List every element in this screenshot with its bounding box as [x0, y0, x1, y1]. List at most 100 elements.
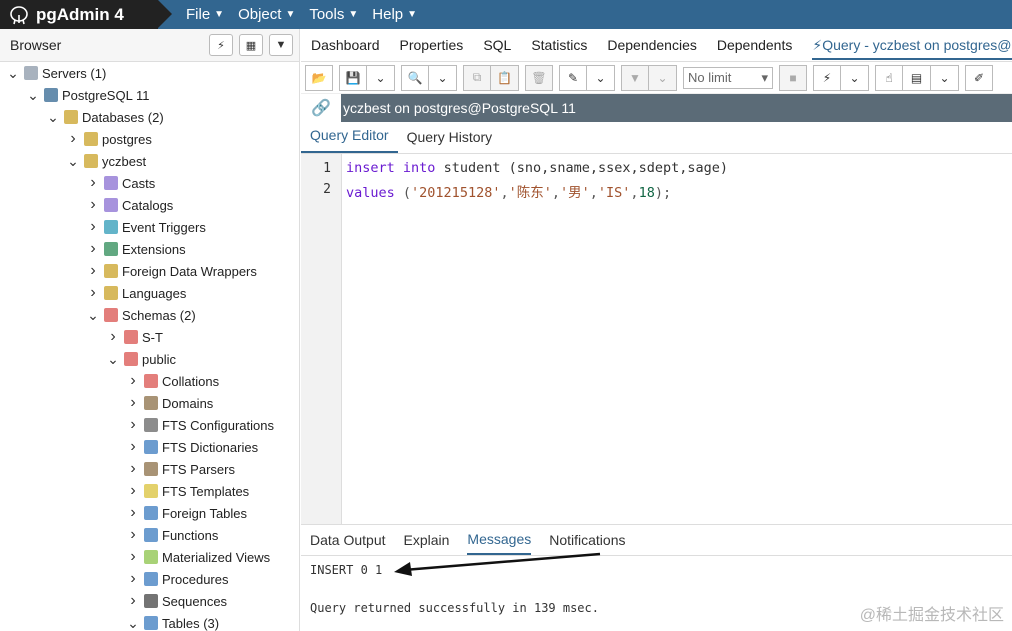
chevron-down-icon[interactable]: ⌄ — [126, 615, 140, 631]
tree-node[interactable]: › FTS Dictionaries — [126, 436, 258, 458]
filter-button[interactable]: ▼ — [269, 34, 293, 56]
chevron-down-icon[interactable]: ⌄ — [66, 153, 80, 170]
download-dropdown-button[interactable]: ⌄ — [931, 64, 959, 91]
row-limit-value: No limit — [688, 70, 732, 85]
filter-icon: ▼ — [629, 70, 641, 85]
menu-file[interactable]: File ▼ — [186, 6, 224, 23]
row-limit-select[interactable]: No limit ▾ — [683, 66, 773, 89]
chevron-right-icon[interactable]: › — [66, 130, 80, 148]
menu-help[interactable]: Help ▼ — [372, 6, 417, 23]
tree-node[interactable]: › Functions — [126, 524, 218, 546]
tree-node[interactable]: › Languages — [86, 282, 186, 304]
find-dropdown-button[interactable]: ⌄ — [429, 64, 457, 91]
tab-properties[interactable]: Properties — [400, 37, 464, 53]
chevron-right-icon[interactable]: › — [126, 526, 140, 544]
tab-dashboard[interactable]: Dashboard — [311, 37, 380, 53]
tree-node[interactable]: › Extensions — [86, 238, 185, 260]
chevron-right-icon[interactable]: › — [86, 240, 100, 258]
copy-button[interactable]: ⧉ — [463, 64, 491, 91]
tab-data-output[interactable]: Data Output — [310, 526, 386, 554]
save-button[interactable]: 💾 — [339, 64, 367, 91]
chevron-right-icon[interactable]: › — [126, 372, 140, 390]
tab-dependents[interactable]: Dependents — [717, 37, 793, 53]
chevron-down-icon[interactable]: ⌄ — [46, 109, 60, 126]
connection-label[interactable]: yczbest on postgres@PostgreSQL 11 — [343, 100, 576, 116]
tree-node[interactable]: ⌄ public — [106, 348, 176, 370]
chevron-right-icon[interactable]: › — [86, 262, 100, 280]
edit-button[interactable]: ✎ — [559, 64, 587, 91]
edit-dropdown-button[interactable]: ⌄ — [587, 64, 615, 91]
tree-node-label: public — [142, 351, 176, 367]
tab-statistics[interactable]: Statistics — [531, 37, 587, 53]
chevron-right-icon[interactable]: › — [86, 174, 100, 192]
tab-query-history[interactable]: Query History — [398, 129, 502, 153]
chevron-down-icon[interactable]: ⌄ — [26, 87, 40, 104]
connection-bar: 🔗 yczbest on postgres@PostgreSQL 11 — [301, 94, 1012, 122]
chevron-right-icon[interactable]: › — [126, 394, 140, 412]
tree-node[interactable]: › Catalogs — [86, 194, 173, 216]
chevron-right-icon[interactable]: › — [126, 548, 140, 566]
execute-dropdown-button[interactable]: ⌄ — [841, 64, 869, 91]
sql-editor[interactable]: 1 2 insert into student (sno,sname,ssex,… — [301, 154, 1012, 524]
chevron-down-icon: ⌄ — [939, 70, 950, 85]
tree-node[interactable]: ⌄ Tables (3) — [126, 612, 219, 631]
chevron-right-icon[interactable]: › — [86, 284, 100, 302]
tree-node[interactable]: ⌄ PostgreSQL 11 — [26, 84, 149, 106]
tree-node[interactable]: ⌄ yczbest — [66, 150, 146, 172]
chevron-right-icon[interactable]: › — [126, 416, 140, 434]
chevron-down-icon: ▼ — [285, 9, 296, 20]
chevron-down-icon[interactable]: ⌄ — [86, 307, 100, 324]
download-button[interactable]: ▤ — [903, 64, 931, 91]
view-data-button[interactable]: ▦ — [239, 34, 263, 56]
chevron-right-icon[interactable]: › — [126, 460, 140, 478]
menu-object[interactable]: Object ▼ — [238, 6, 295, 23]
tree-node[interactable]: › FTS Templates — [126, 480, 249, 502]
chevron-right-icon[interactable]: › — [86, 218, 100, 236]
line-number-gutter: 1 2 — [301, 154, 342, 524]
stop-button[interactable]: ■ — [779, 64, 807, 91]
tree-node[interactable]: › S-T — [106, 326, 163, 348]
clear-button[interactable]: ✐ — [965, 64, 993, 91]
find-button[interactable]: 🔍 — [401, 64, 429, 91]
tree-node[interactable]: › Procedures — [126, 568, 228, 590]
connection-status-button[interactable]: 🔗 — [301, 94, 341, 122]
tree-node[interactable]: › Materialized Views — [126, 546, 270, 568]
tree-node[interactable]: › FTS Parsers — [126, 458, 235, 480]
tree-node[interactable]: › postgres — [66, 128, 152, 150]
chevron-down-icon[interactable]: ⌄ — [6, 65, 20, 82]
schema-icon — [124, 330, 138, 344]
paste-button[interactable]: 📋 — [491, 64, 519, 91]
chevron-right-icon[interactable]: › — [126, 504, 140, 522]
chevron-right-icon[interactable]: › — [126, 438, 140, 456]
tree-node[interactable]: ⌄ Schemas (2) — [86, 304, 196, 326]
delete-button[interactable]: 🗑 — [525, 64, 553, 91]
tree-node[interactable]: ⌄ Databases (2) — [46, 106, 164, 128]
chevron-right-icon[interactable]: › — [106, 328, 120, 346]
open-file-button[interactable]: 📂 — [305, 64, 333, 91]
menu-tools[interactable]: Tools ▼ — [309, 6, 358, 23]
tree-node[interactable]: › Event Triggers — [86, 216, 206, 238]
tree-node[interactable]: › Sequences — [126, 590, 227, 612]
query-tool-button[interactable]: ⚡ — [209, 34, 233, 56]
tab-query-editor[interactable]: Query Editor — [301, 127, 398, 153]
tree-node[interactable]: › Collations — [126, 370, 219, 392]
tab-sql[interactable]: SQL — [483, 37, 511, 53]
execute-button[interactable]: ⚡ — [813, 64, 841, 91]
filter-button[interactable]: ▼ — [621, 64, 649, 91]
chevron-right-icon[interactable]: › — [86, 196, 100, 214]
tree-node[interactable]: › Foreign Data Wrappers — [86, 260, 257, 282]
chevron-right-icon[interactable]: › — [126, 592, 140, 610]
tree-node[interactable]: › FTS Configurations — [126, 414, 274, 436]
tree-node[interactable]: › Foreign Tables — [126, 502, 247, 524]
tree-node[interactable]: ⌄ Servers (1) — [6, 62, 106, 84]
tab-dependencies[interactable]: Dependencies — [607, 37, 697, 53]
tree-node[interactable]: › Casts — [86, 172, 155, 194]
filter-dropdown-button[interactable]: ⌄ — [649, 64, 677, 91]
chevron-right-icon[interactable]: › — [126, 482, 140, 500]
tree-node[interactable]: › Domains — [126, 392, 213, 414]
chevron-right-icon[interactable]: › — [126, 570, 140, 588]
commit-button[interactable]: ☝ — [875, 64, 903, 91]
chevron-down-icon[interactable]: ⌄ — [106, 351, 120, 368]
tab-query[interactable]: ⚡Query - yczbest on postgres@P — [812, 37, 1012, 60]
save-dropdown-button[interactable]: ⌄ — [367, 64, 395, 91]
